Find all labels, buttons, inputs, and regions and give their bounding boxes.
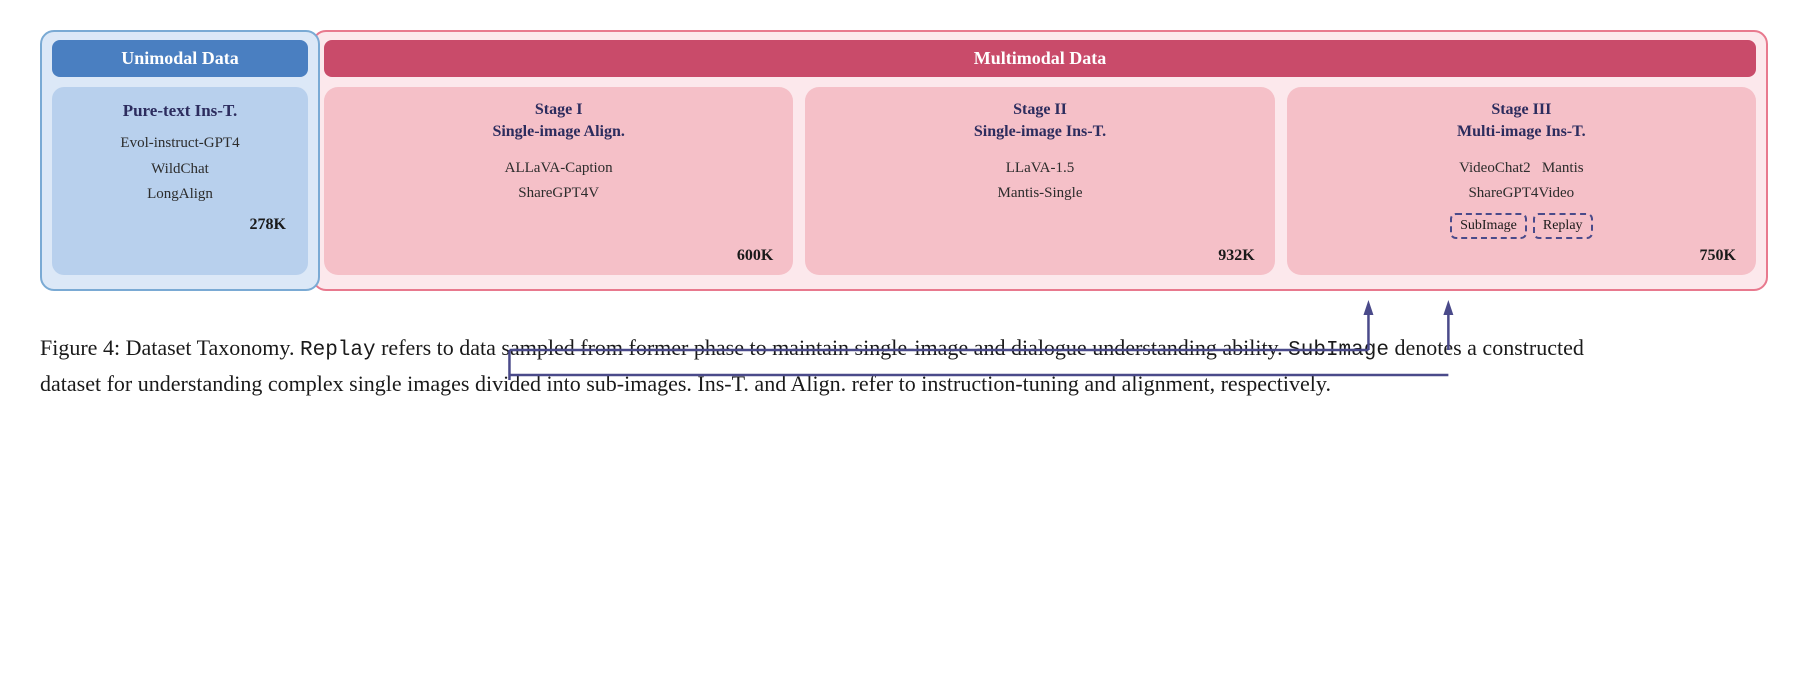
stage-1-item-1: ALLaVA-Caption — [340, 156, 777, 182]
subimage-box: SubImage — [1450, 213, 1527, 239]
stage-1-items: ALLaVA-Caption ShareGPT4V — [340, 156, 777, 239]
stage-1-count: 600K — [340, 247, 777, 265]
stage-2-title: Stage IISingle-image Ins-T. — [821, 99, 1258, 144]
stage-2-item-2: Mantis-Single — [821, 181, 1258, 207]
caption-text-2: refers to data sampled from former phase… — [376, 335, 1289, 360]
caption-text-1: Dataset Taxonomy. — [126, 335, 300, 360]
caption-label: Figure 4: — [40, 335, 120, 360]
stage-2-count: 932K — [821, 247, 1258, 265]
unimodal-count: 278K — [70, 216, 290, 234]
stage-3-item-1: VideoChat2 — [1459, 160, 1531, 176]
multimodal-header: Multimodal Data — [324, 40, 1756, 77]
stage-1-title: Stage IStage I Single-image Align.Single… — [340, 99, 777, 144]
figure-caption: Figure 4: Dataset Taxonomy. Replay refer… — [40, 331, 1640, 402]
pure-text-item-2: WildChat — [70, 157, 290, 183]
pure-text-items: Evol-instruct-GPT4 WildChat LongAlign — [70, 131, 290, 208]
caption-subimage: SubImage — [1288, 339, 1389, 362]
replay-box: Replay — [1533, 213, 1593, 239]
unimodal-header: Unimodal Data — [52, 40, 308, 77]
pure-text-title: Pure-text Ins-T. — [70, 101, 290, 121]
pure-text-item-3: LongAlign — [70, 182, 290, 208]
stage-3-box: Stage IIIMulti-image Ins-T. VideoChat2 M… — [1287, 87, 1756, 275]
multimodal-section: Multimodal Data Stage IStage I Single-im… — [312, 30, 1768, 291]
stage-3-items: VideoChat2 Mantis ShareGPT4Video — [1303, 156, 1740, 207]
stage-3-item-3: ShareGPT4Video — [1303, 181, 1740, 207]
stage-1-item-2: ShareGPT4V — [340, 181, 777, 207]
stage-2-item-1: LLaVA-1.5 — [821, 156, 1258, 182]
pure-text-item-1: Evol-instruct-GPT4 — [70, 131, 290, 157]
stage-3-count: 750K — [1303, 247, 1740, 265]
stage-3-row1: VideoChat2 Mantis — [1303, 156, 1740, 182]
unimodal-section: Unimodal Data Pure-text Ins-T. Evol-inst… — [40, 30, 320, 291]
stage-3-item-2: Mantis — [1542, 160, 1584, 176]
stage-3-title: Stage IIIMulti-image Ins-T. — [1303, 99, 1740, 144]
stage-3-bottom: SubImage Replay — [1303, 213, 1740, 239]
pure-text-box: Pure-text Ins-T. Evol-instruct-GPT4 Wild… — [52, 87, 308, 275]
caption-replay-1: Replay — [300, 339, 376, 362]
stage-2-box: Stage IISingle-image Ins-T. LLaVA-1.5 Ma… — [805, 87, 1274, 275]
stages-row: Stage IStage I Single-image Align.Single… — [324, 87, 1756, 275]
stage-1-box: Stage IStage I Single-image Align.Single… — [324, 87, 793, 275]
stage-2-items: LLaVA-1.5 Mantis-Single — [821, 156, 1258, 239]
